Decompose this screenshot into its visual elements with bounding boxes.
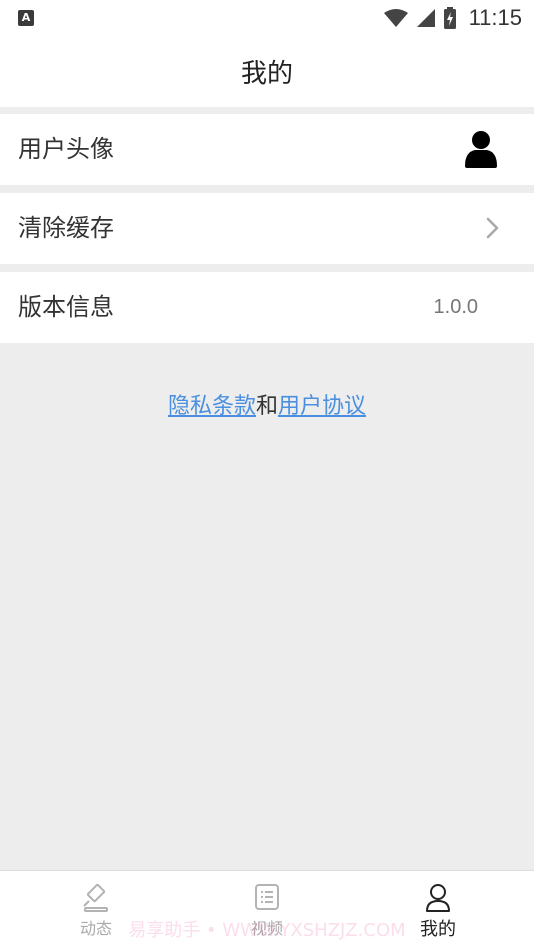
user-agreement-link[interactable]: 用户协议 (278, 394, 366, 419)
links-conjunction: 和 (255, 394, 278, 419)
version-info-label: 版本信息 (18, 293, 114, 321)
gavel-icon (83, 883, 108, 912)
user-avatar-label: 用户头像 (18, 135, 114, 163)
title-bar: 我的 (0, 36, 534, 107)
policy-links: 隐私条款和用户协议 (0, 388, 534, 420)
user-avatar-row[interactable]: 用户头像 (0, 114, 534, 185)
person-icon (426, 884, 450, 912)
nav-item-mine[interactable]: 我的 (373, 871, 503, 950)
avatar-icon[interactable] (462, 130, 500, 168)
clear-cache-label: 清除缓存 (18, 214, 114, 242)
status-right: 11:15 (383, 4, 522, 32)
privacy-policy-link[interactable]: 隐私条款 (168, 394, 256, 419)
nav-label-video: 视频 (250, 919, 283, 938)
wifi-icon (383, 9, 408, 27)
nav-label-mine: 我的 (420, 919, 456, 940)
nav-item-video[interactable]: 视频 (202, 871, 332, 950)
version-value: 1.0.0 (433, 296, 478, 318)
nav-item-dynamic[interactable]: 动态 (31, 871, 161, 950)
signal-icon (416, 9, 435, 27)
list-icon (255, 884, 279, 910)
app-notification-icon: A (18, 10, 34, 26)
page-title: 我的 (240, 59, 293, 89)
nav-label-dynamic: 动态 (79, 919, 112, 938)
chevron-right-icon (486, 217, 499, 239)
battery-icon (443, 7, 456, 29)
status-time: 11:15 (468, 5, 522, 30)
bottom-nav: 动态 视频 我的 (0, 870, 534, 950)
status-bar: A 11:15 (0, 0, 534, 36)
version-info-row: 版本信息 1.0.0 (0, 272, 534, 343)
clear-cache-row[interactable]: 清除缓存 (0, 193, 534, 264)
